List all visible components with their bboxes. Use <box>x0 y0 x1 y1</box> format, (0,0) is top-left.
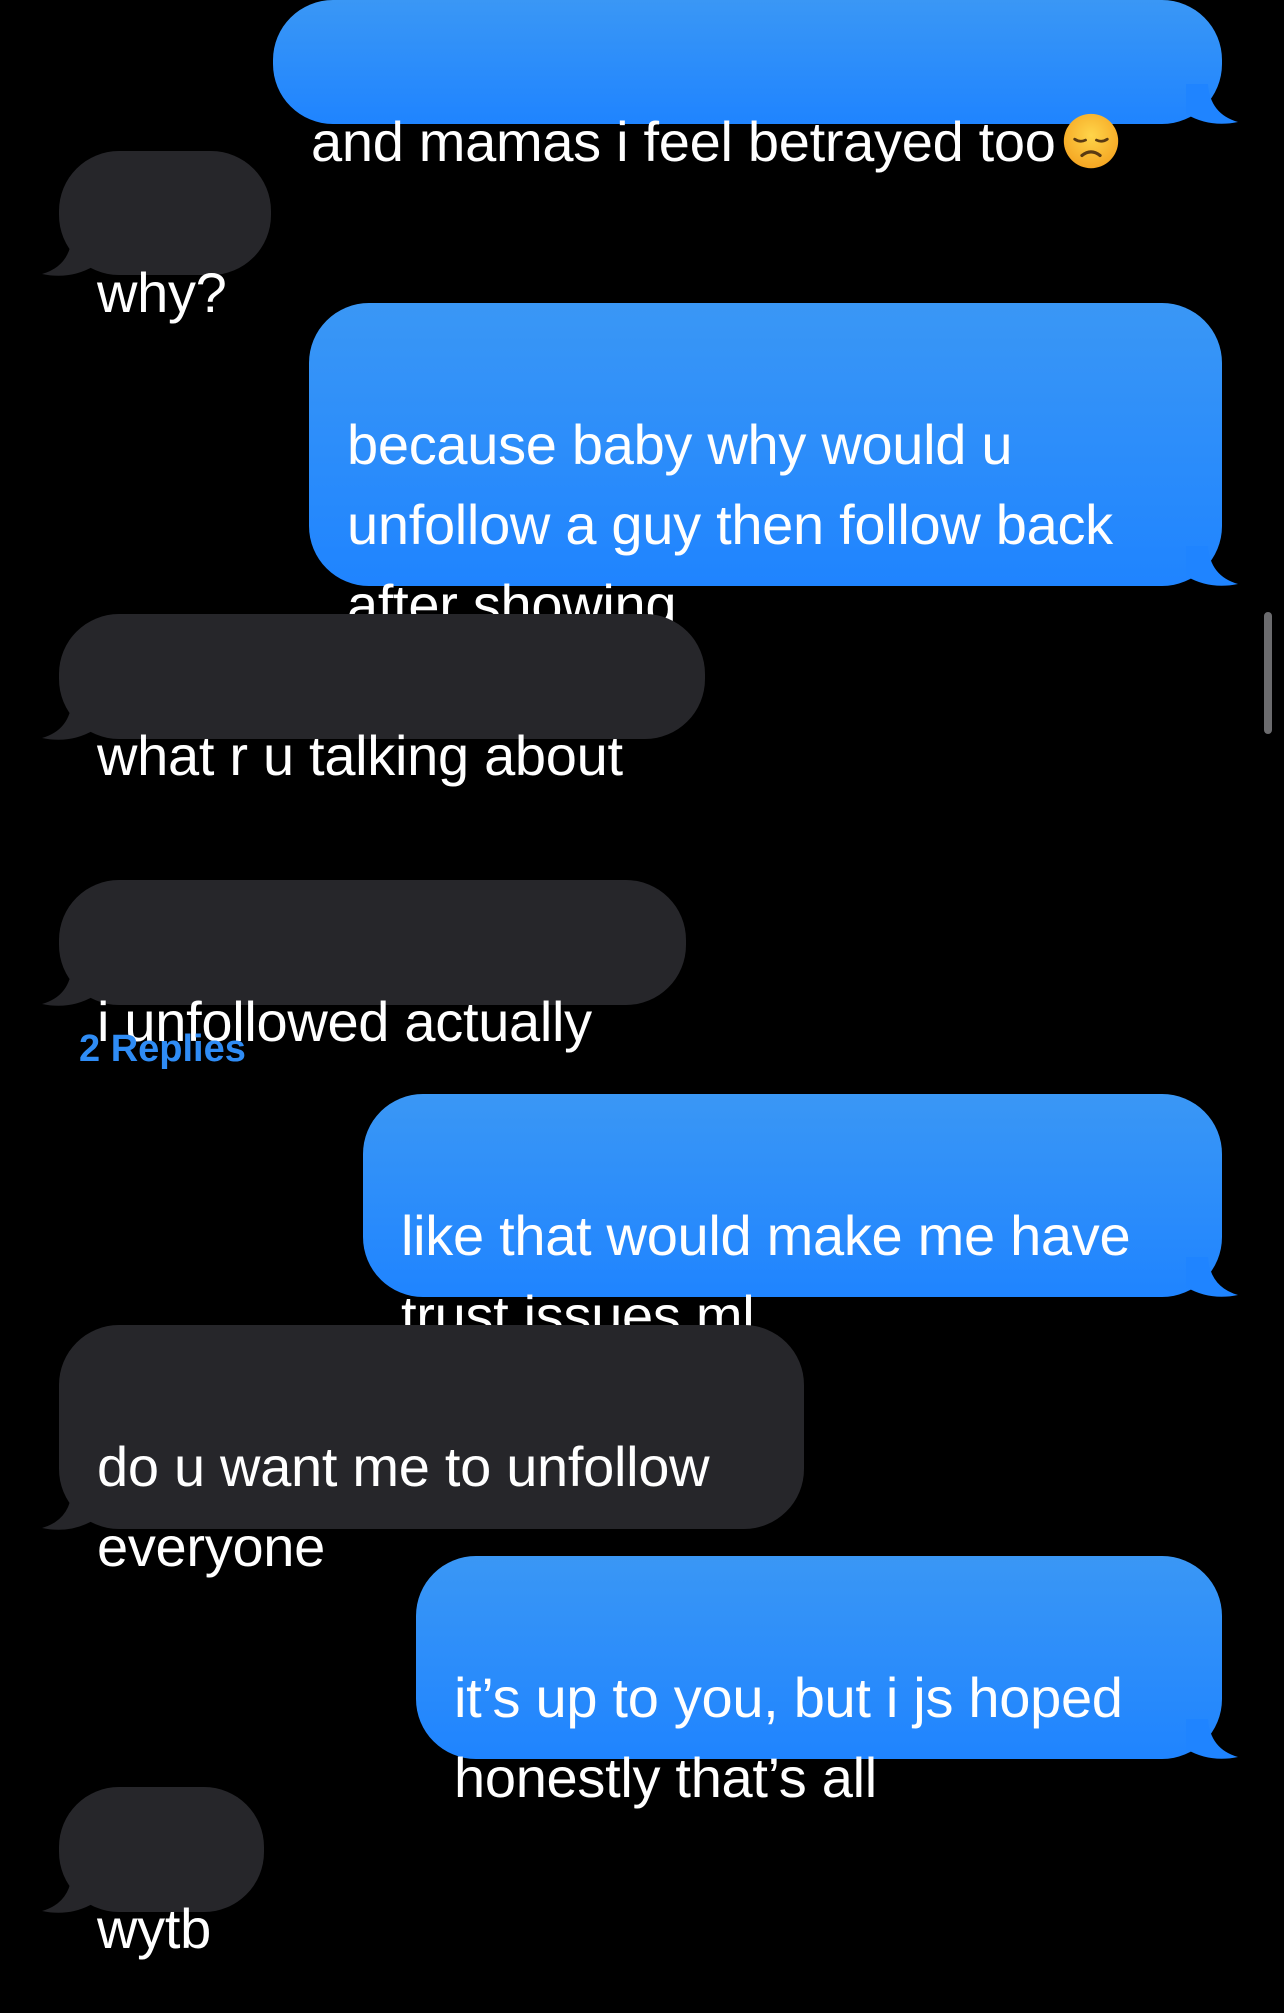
message-bubble-received[interactable]: i unfollowed actually <box>59 880 686 1053</box>
disappointed-face-icon <box>1063 113 1118 169</box>
message-bubble-sent[interactable]: and mamas i feel betrayed too <box>273 0 1222 173</box>
message-bubble-received[interactable]: wytb <box>59 1787 264 1960</box>
message-text: it’s up to you, but i js hoped honestly … <box>454 1666 1123 1809</box>
message-text: what r u talking about <box>97 724 623 787</box>
message-text: wytb <box>97 1897 211 1960</box>
message-text: and mamas i feel betrayed too <box>311 110 1056 173</box>
scrollbar[interactable] <box>1264 612 1272 734</box>
message-bubble-received[interactable]: what r u talking about <box>59 614 705 787</box>
message-bubble-received[interactable]: why? <box>59 151 271 324</box>
message-text: because baby why would u unfollow a guy … <box>347 413 1113 636</box>
message-bubble-received[interactable]: do u want me to unfollow everyone <box>59 1325 804 1578</box>
message-bubble-sent[interactable]: it’s up to you, but i js hoped honestly … <box>416 1556 1222 1809</box>
message-text: why? <box>97 261 227 324</box>
message-bubble-sent[interactable]: because baby why would u unfollow a guy … <box>309 303 1222 636</box>
message-bubble-sent[interactable]: like that would make me have trust issue… <box>363 1094 1222 1347</box>
replies-link[interactable]: 2 Replies <box>79 1025 246 1073</box>
